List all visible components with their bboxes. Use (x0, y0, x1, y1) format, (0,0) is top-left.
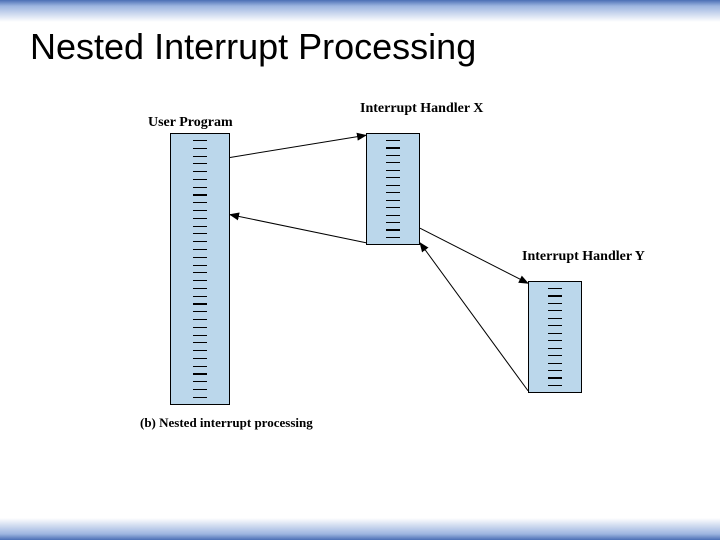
slide: Nested Interrupt Processing User Program… (0, 0, 720, 540)
flow-arrow (420, 243, 528, 391)
flow-arrow (230, 215, 366, 243)
diagram: User Program Interrupt Handler X Interru… (110, 95, 610, 465)
flow-arrow (420, 228, 528, 283)
page-title: Nested Interrupt Processing (30, 26, 476, 68)
flow-arrow (230, 135, 366, 157)
caption: (b) Nested interrupt processing (140, 415, 313, 431)
arrows (110, 95, 610, 465)
